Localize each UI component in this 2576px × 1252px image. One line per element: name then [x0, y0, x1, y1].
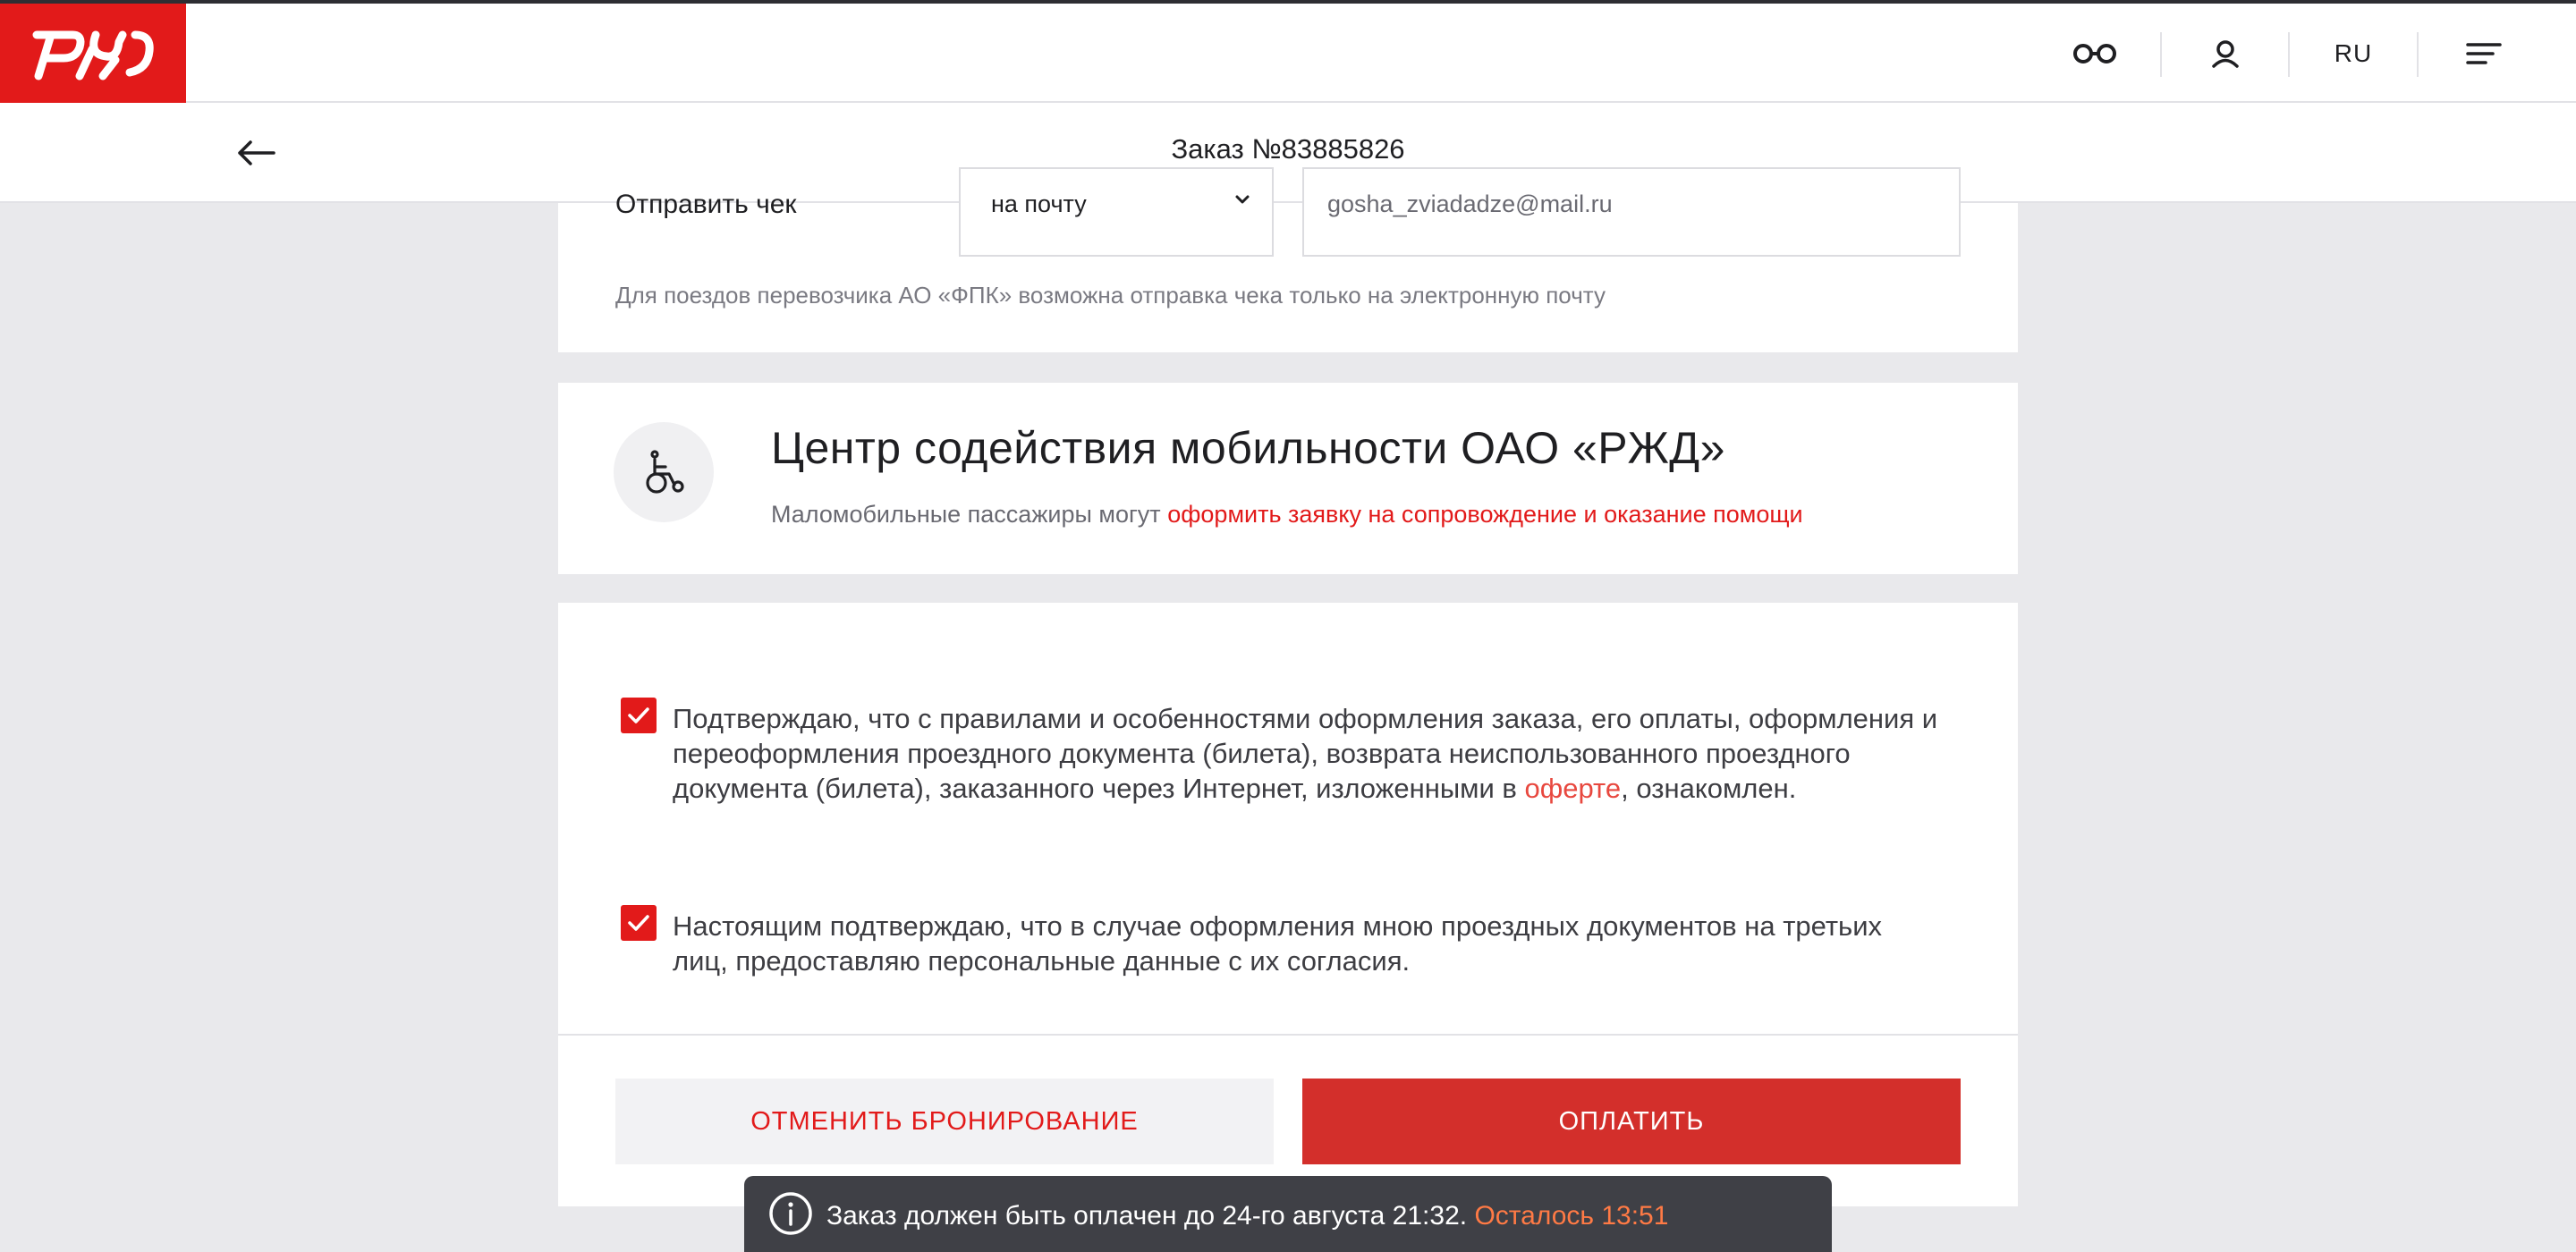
- agreements-card: Подтверждаю, что с правилами и особеннос…: [558, 603, 2018, 1206]
- personal-data-text: Настоящим подтверждаю, что в случае офор…: [673, 910, 1883, 977]
- mobility-request-link[interactable]: оформить заявку на сопровождение и оказа…: [1167, 501, 1802, 528]
- user-icon[interactable]: [2207, 4, 2243, 103]
- chevron-down-icon: [1229, 187, 1256, 218]
- cancel-booking-button[interactable]: ОТМЕНИТЬ БРОНИРОВАНИЕ: [615, 1079, 1274, 1164]
- top-header: RU: [0, 0, 2576, 103]
- info-icon: [767, 1190, 814, 1241]
- payment-deadline-toast: Заказ должен быть оплачен до 24-го авгус…: [744, 1176, 1832, 1252]
- rzd-logo[interactable]: [0, 4, 186, 103]
- order-title: Заказ №83885826: [1171, 133, 1405, 165]
- toast-text: Заказ должен быть оплачен до 24-го авгус…: [826, 1201, 1668, 1231]
- wheelchair-icon: [614, 422, 714, 522]
- offer-agreement-text: Подтверждаю, что с правилами и особеннос…: [673, 701, 1943, 806]
- offer-link[interactable]: оферте: [1525, 773, 1622, 804]
- pay-button[interactable]: ОПЛАТИТЬ: [1302, 1079, 1961, 1164]
- receipt-email-value: gosha_zviadadze@mail.ru: [1327, 190, 1613, 217]
- header-divider: [2160, 32, 2162, 77]
- header-divider: [2288, 32, 2290, 77]
- receipt-method-select[interactable]: на почту: [959, 167, 1274, 257]
- mobility-center-card: Центр содействия мобильности ОАО «РЖД» М…: [558, 383, 2018, 574]
- divider: [558, 1034, 2018, 1036]
- toast-deadline: Заказ должен быть оплачен до 24-го авгус…: [826, 1201, 1475, 1231]
- language-switcher[interactable]: RU: [2333, 4, 2374, 103]
- accessibility-glasses-icon[interactable]: [2072, 4, 2118, 103]
- mobility-text-prefix: Маломобильные пассажиры могут: [771, 501, 1168, 528]
- checkmark-icon: [628, 707, 649, 723]
- offer-agreement-checkbox[interactable]: [621, 698, 657, 733]
- order-header: Заказ №83885826: [0, 103, 2576, 203]
- offer-agreement-after: , ознакомлен.: [1621, 773, 1797, 804]
- personal-data-checkbox[interactable]: [621, 905, 657, 941]
- receipt-email-input[interactable]: gosha_zviadadze@mail.ru: [1302, 167, 1961, 257]
- mobility-text: Маломобильные пассажиры могут оформить з…: [771, 501, 1803, 529]
- receipt-label: Отправить чек: [615, 190, 797, 219]
- rzd-logo-icon: [32, 30, 154, 80]
- header-divider: [2417, 32, 2419, 77]
- menu-icon[interactable]: [2465, 4, 2503, 103]
- mobility-title: Центр содействия мобильности ОАО «РЖД»: [771, 423, 1725, 473]
- checkmark-icon: [628, 915, 649, 931]
- receipt-card: Отправить чек на почту gosha_zviadadze@m…: [558, 167, 2018, 352]
- toast-time-remaining: Осталось 13:51: [1474, 1201, 1669, 1231]
- receipt-note: Для поездов перевозчика АО «ФПК» возможн…: [615, 282, 1606, 309]
- receipt-method-value: на почту: [991, 190, 1087, 217]
